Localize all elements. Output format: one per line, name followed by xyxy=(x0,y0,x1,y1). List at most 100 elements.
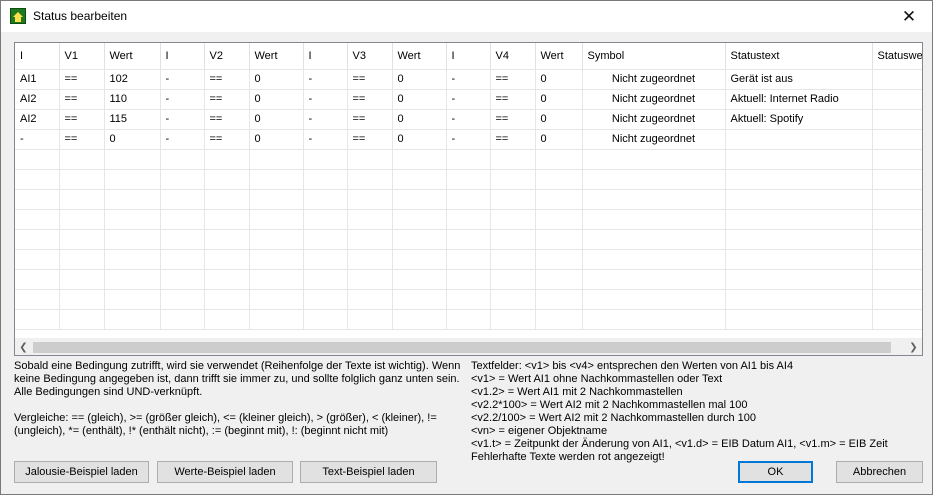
table-cell[interactable]: == xyxy=(59,69,105,90)
table-cell[interactable]: - xyxy=(303,129,348,150)
table-cell[interactable]: - xyxy=(303,109,348,130)
table-cell[interactable] xyxy=(15,149,60,170)
table-cell[interactable] xyxy=(249,309,304,330)
scroll-left-icon[interactable]: ❮ xyxy=(15,339,32,355)
table-row[interactable] xyxy=(15,189,922,210)
table-cell[interactable]: == xyxy=(347,89,393,110)
table-cell[interactable] xyxy=(104,309,161,330)
table-cell[interactable] xyxy=(249,189,304,210)
table-cell[interactable] xyxy=(160,289,205,310)
table-row[interactable] xyxy=(15,229,922,250)
table-cell[interactable] xyxy=(392,189,447,210)
table-cell[interactable] xyxy=(392,229,447,250)
table-cell[interactable] xyxy=(347,149,393,170)
table-cell[interactable] xyxy=(582,149,726,170)
column-header[interactable]: I xyxy=(303,43,348,70)
table-cell[interactable]: == xyxy=(490,129,536,150)
table-cell[interactable]: - xyxy=(446,89,491,110)
table-cell[interactable] xyxy=(392,249,447,270)
table-cell[interactable]: - xyxy=(303,69,348,90)
cancel-button[interactable]: Abbrechen xyxy=(836,461,923,483)
table-cell[interactable]: 115 xyxy=(104,109,161,130)
table-cell[interactable] xyxy=(347,269,393,290)
table-cell[interactable] xyxy=(160,189,205,210)
table-cell[interactable]: 0 xyxy=(535,89,583,110)
table-cell[interactable] xyxy=(104,269,161,290)
table-cell[interactable] xyxy=(582,189,726,210)
table-cell[interactable] xyxy=(15,209,60,230)
table-cell[interactable] xyxy=(872,109,922,130)
table-cell[interactable]: 0 xyxy=(249,89,304,110)
table-cell[interactable] xyxy=(392,309,447,330)
table-cell[interactable] xyxy=(392,269,447,290)
table-row[interactable] xyxy=(15,169,922,190)
table-cell[interactable] xyxy=(872,269,922,290)
table-cell[interactable] xyxy=(59,149,105,170)
table-cell[interactable] xyxy=(59,249,105,270)
table-cell[interactable] xyxy=(872,249,922,270)
column-header[interactable]: I xyxy=(15,43,60,70)
table-cell[interactable] xyxy=(303,229,348,250)
table-cell[interactable] xyxy=(490,169,536,190)
table-cell[interactable]: == xyxy=(347,109,393,130)
close-button[interactable]: ✕ xyxy=(886,1,932,32)
table-cell[interactable] xyxy=(303,209,348,230)
table-cell[interactable] xyxy=(490,269,536,290)
table-cell[interactable] xyxy=(160,149,205,170)
table-cell[interactable] xyxy=(204,149,250,170)
table-cell[interactable] xyxy=(872,289,922,310)
table-cell[interactable]: == xyxy=(59,89,105,110)
table-cell[interactable] xyxy=(392,169,447,190)
table-cell[interactable] xyxy=(249,229,304,250)
table-cell[interactable] xyxy=(872,69,922,90)
table-cell[interactable] xyxy=(160,269,205,290)
table-cell[interactable] xyxy=(535,169,583,190)
table-cell[interactable] xyxy=(872,129,922,150)
column-header[interactable]: V3 xyxy=(347,43,393,70)
table-cell[interactable]: - xyxy=(160,109,205,130)
table-cell[interactable]: 0 xyxy=(392,109,447,130)
table-cell[interactable] xyxy=(347,229,393,250)
table-cell[interactable] xyxy=(446,169,491,190)
table-cell[interactable] xyxy=(249,169,304,190)
table-cell[interactable]: == xyxy=(59,129,105,150)
table-cell[interactable] xyxy=(303,189,348,210)
table-cell[interactable] xyxy=(872,309,922,330)
table-cell[interactable] xyxy=(582,209,726,230)
table-cell[interactable] xyxy=(535,189,583,210)
table-cell[interactable] xyxy=(872,209,922,230)
table-cell[interactable] xyxy=(15,169,60,190)
table-cell[interactable] xyxy=(535,249,583,270)
table-cell[interactable] xyxy=(725,309,873,330)
table-cell[interactable] xyxy=(535,209,583,230)
table-cell[interactable]: - xyxy=(446,69,491,90)
column-header[interactable]: Wert xyxy=(104,43,161,70)
table-cell[interactable] xyxy=(204,169,250,190)
table-cell[interactable] xyxy=(446,229,491,250)
table-cell[interactable] xyxy=(59,269,105,290)
table-cell[interactable] xyxy=(303,269,348,290)
table-cell[interactable]: Nicht zugeordnet xyxy=(582,69,726,90)
table-cell[interactable]: == xyxy=(204,69,250,90)
table-cell[interactable] xyxy=(446,269,491,290)
table-cell[interactable] xyxy=(725,249,873,270)
table-cell[interactable] xyxy=(59,169,105,190)
table-cell[interactable] xyxy=(446,309,491,330)
table-cell[interactable] xyxy=(535,289,583,310)
column-header[interactable]: I xyxy=(160,43,205,70)
table-cell[interactable]: AI2 xyxy=(15,89,60,110)
table-cell[interactable] xyxy=(872,149,922,170)
table-cell[interactable]: 102 xyxy=(104,69,161,90)
horizontal-scrollbar[interactable]: ❮ ❯ xyxy=(15,338,922,355)
table-cell[interactable] xyxy=(347,209,393,230)
table-cell[interactable]: - xyxy=(303,89,348,110)
table-cell[interactable] xyxy=(725,189,873,210)
table-cell[interactable] xyxy=(204,269,250,290)
table-cell[interactable]: - xyxy=(15,129,60,150)
table-cell[interactable] xyxy=(204,229,250,250)
table-cell[interactable]: == xyxy=(59,109,105,130)
table-cell[interactable] xyxy=(204,249,250,270)
table-cell[interactable] xyxy=(725,289,873,310)
table-cell[interactable] xyxy=(249,269,304,290)
table-cell[interactable] xyxy=(535,229,583,250)
